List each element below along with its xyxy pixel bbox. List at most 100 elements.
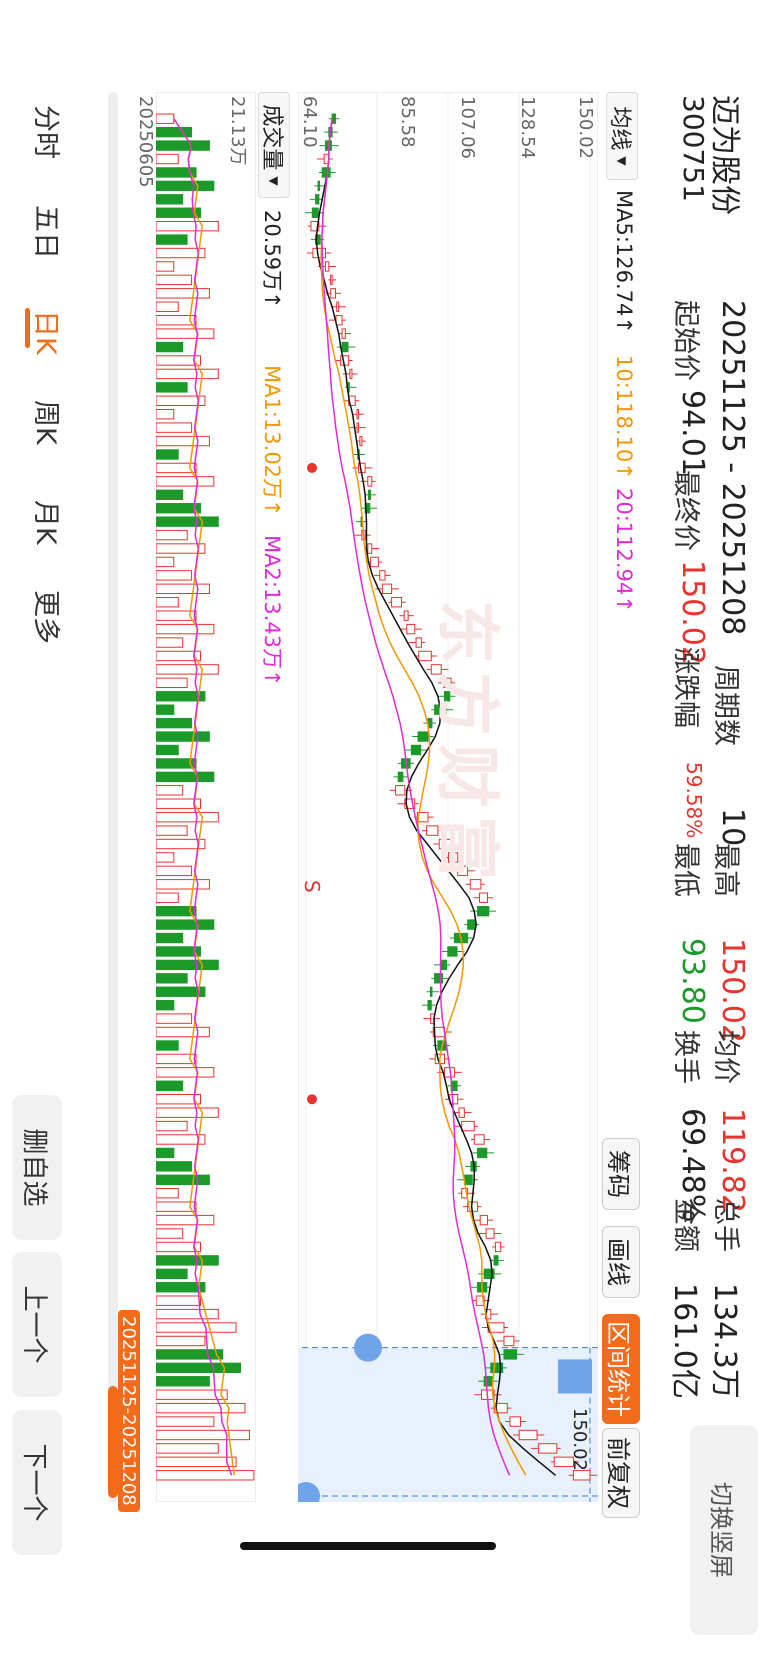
range-stats-button[interactable]: 区间统计 <box>602 1314 640 1424</box>
candle <box>403 610 409 621</box>
volume-bar <box>156 1402 246 1414</box>
candle <box>458 1107 465 1118</box>
volume-bar <box>156 1067 215 1078</box>
total-hands-value: 134.3万 <box>707 1283 742 1399</box>
candle <box>367 476 373 487</box>
remove-watchlist-button[interactable]: 删自选 <box>12 1095 62 1240</box>
start-price-value: 94.01 <box>675 390 710 476</box>
volume-bar <box>156 1416 215 1427</box>
candle <box>518 1429 538 1441</box>
tab-monthly-k[interactable]: 月K <box>29 500 68 545</box>
volume-bar <box>156 999 175 1011</box>
range-start-handle[interactable] <box>354 1333 382 1362</box>
candle <box>330 274 333 286</box>
candle <box>330 288 336 299</box>
volume-bar <box>156 1376 210 1387</box>
volume-indicator-label: 成交量 <box>259 104 284 171</box>
volume-bar <box>156 1443 219 1454</box>
volume-bar <box>156 583 210 595</box>
candle <box>415 637 422 648</box>
candle <box>336 301 340 312</box>
draw-line-button[interactable]: 画线 <box>602 1226 640 1298</box>
range-slider-fill[interactable] <box>108 1386 118 1498</box>
volume-bar <box>156 1147 175 1159</box>
volume-indicator-select[interactable]: 成交量 ▼ <box>258 92 290 198</box>
change-label: 涨跌幅 <box>670 647 701 728</box>
signal-s: S <box>300 880 324 893</box>
volume-bar <box>156 489 184 500</box>
volume-bar <box>156 449 179 460</box>
tab-more[interactable]: 更多 <box>29 590 68 644</box>
volume-bar <box>156 1214 215 1226</box>
candle <box>359 435 363 447</box>
volume-bar <box>156 301 179 312</box>
amount-label: 金额 <box>670 1198 701 1252</box>
volume-bar <box>156 811 219 823</box>
candle <box>311 207 319 218</box>
vol-ma1-legend: MA1:13.02万↑ <box>260 365 284 517</box>
candle <box>473 1134 485 1145</box>
y-tick-128: 128.54 <box>517 96 538 159</box>
candle <box>395 785 406 796</box>
vol-ma2-legend: MA2:13.43万↑ <box>260 535 284 687</box>
volume-bar <box>156 570 193 581</box>
range-slider-track[interactable] <box>108 92 118 1502</box>
stock-code: 300751 <box>677 95 710 202</box>
candle <box>447 946 458 957</box>
switch-portrait-button[interactable]: 切换竖屏 <box>690 1425 758 1635</box>
candle <box>367 489 371 500</box>
volume-bar <box>156 664 219 675</box>
close-range-button[interactable] <box>558 1359 592 1394</box>
volume-chart[interactable] <box>156 92 256 1502</box>
volume-bar <box>156 1107 219 1118</box>
candle <box>349 368 353 380</box>
volume-bar <box>156 556 175 568</box>
volume-bar <box>156 1456 237 1468</box>
volume-bar <box>156 113 175 124</box>
volume-bar <box>156 1228 184 1239</box>
volume-bar <box>156 1026 210 1038</box>
volume-bar <box>156 261 175 272</box>
tab-weekly-k[interactable]: 周K <box>29 400 68 445</box>
volume-bar <box>156 973 188 984</box>
landscape-stage: 迈为股份 300751 20251125 - 20251208 起始价 94.0… <box>0 0 768 1663</box>
ma5-legend: MA5:126.74↑ <box>612 190 636 334</box>
candle <box>503 1335 515 1347</box>
candle <box>317 180 321 192</box>
volume-bar <box>156 1188 179 1199</box>
candle <box>434 973 444 984</box>
volume-bar <box>156 1362 242 1374</box>
volume-bar <box>156 1349 224 1360</box>
volume-bar <box>156 1013 193 1024</box>
candle <box>406 623 416 635</box>
candle <box>367 543 373 554</box>
prev-stock-button[interactable]: 上一个 <box>12 1252 62 1397</box>
tab-intraday[interactable]: 分时 <box>29 105 68 159</box>
volume-bar <box>156 865 193 877</box>
range-high-marker: 150.02 <box>569 1408 590 1471</box>
volume-bar <box>156 476 215 487</box>
volume-bar <box>156 1161 193 1172</box>
volume-bar <box>156 341 184 353</box>
candle <box>341 328 346 339</box>
candle <box>503 1349 518 1360</box>
active-tab-indicator <box>25 308 30 348</box>
volume-bar <box>156 126 193 138</box>
tab-five-day[interactable]: 五日 <box>29 205 68 259</box>
volume-bar <box>156 328 215 339</box>
ma10-legend: 10:118.10↑ <box>612 355 636 480</box>
candle <box>312 247 327 259</box>
high-value: 150.02 <box>715 938 750 1043</box>
tab-daily-k[interactable]: 日K <box>29 310 68 355</box>
price-indicator-select[interactable]: 均线 ▼ <box>606 92 638 180</box>
volume-bar <box>156 1335 206 1347</box>
volume-bar <box>156 1040 179 1051</box>
chips-button[interactable]: 筹码 <box>602 1138 640 1210</box>
volume-bar <box>156 879 210 890</box>
adjust-button[interactable]: 前复权 <box>602 1428 640 1518</box>
candle <box>461 1120 475 1132</box>
candle <box>315 194 320 205</box>
volume-bar <box>156 180 215 192</box>
candle <box>410 744 422 756</box>
next-stock-button[interactable]: 下一个 <box>12 1410 62 1555</box>
